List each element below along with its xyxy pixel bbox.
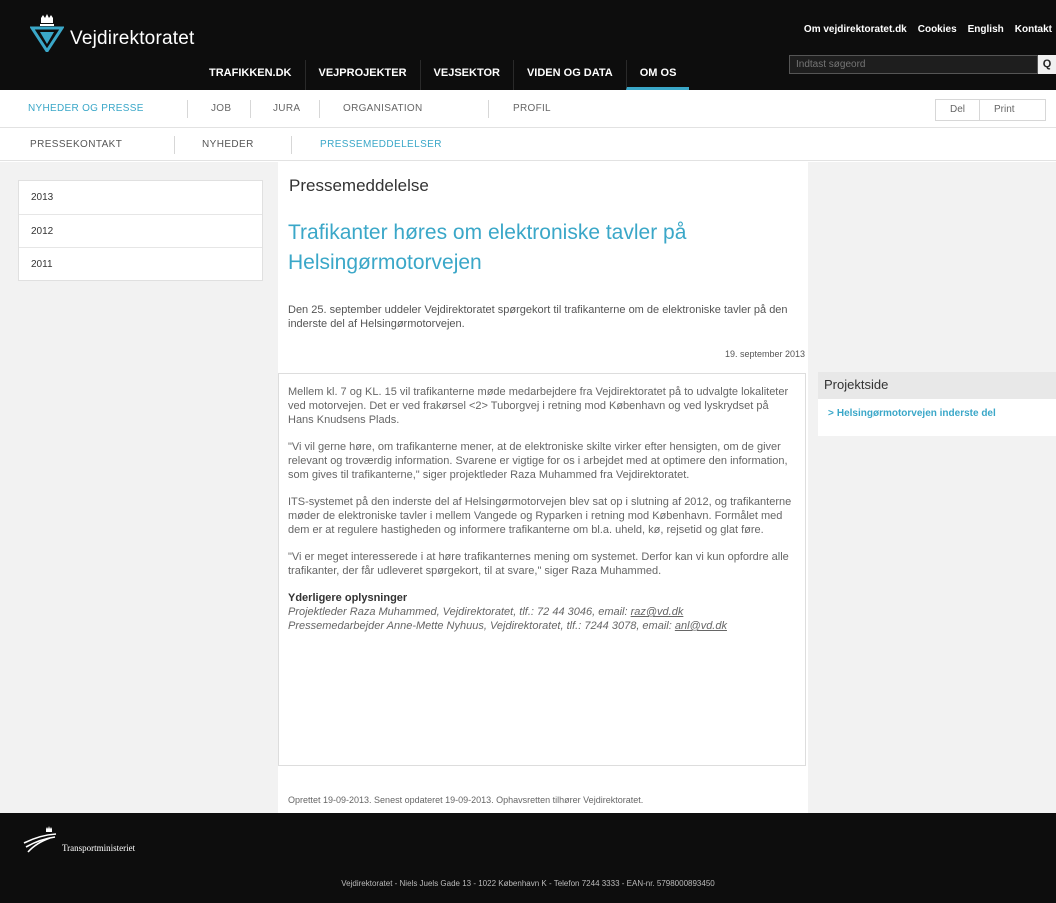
article-date: 19. september 2013 xyxy=(724,349,805,359)
site-header: Vejdirektoratet Om vejdirektoratet.dk Co… xyxy=(0,0,1056,90)
logo-text: Vejdirektoratet xyxy=(70,28,195,49)
email-link-anl[interactable]: anl@vd.dk xyxy=(675,620,727,632)
contact-heading: Yderligere oplysninger xyxy=(288,592,408,604)
subnav-item-profil[interactable]: PROFIL xyxy=(513,103,551,114)
contact-text-1: Projektleder Raza Muhammed, Vejdirektora… xyxy=(288,606,631,618)
link-cookies[interactable]: Cookies xyxy=(918,24,957,35)
subnav-item-nyheder-og-presse[interactable]: NYHEDER OG PRESSE xyxy=(28,103,144,114)
year-item-2012[interactable]: 2012 xyxy=(19,214,262,247)
share-button[interactable]: Del xyxy=(936,100,979,120)
nav-item-om-os[interactable]: OM OS xyxy=(625,60,690,90)
print-button[interactable]: Print xyxy=(979,100,1045,120)
main-navigation: TRAFIKKEN.DK VEJPROJEKTER VEJSEKTOR VIDE… xyxy=(196,60,690,90)
contact-line-1: Projektleder Raza Muhammed, Vejdirektora… xyxy=(288,605,796,619)
nav-item-trafikken[interactable]: TRAFIKKEN.DK xyxy=(196,60,305,90)
link-about-site[interactable]: Om vejdirektoratet.dk xyxy=(804,24,907,35)
subnav-item-job[interactable]: JOB xyxy=(211,103,231,114)
email-link-raz[interactable]: raz@vd.dk xyxy=(631,606,684,618)
subnav-item-organisation[interactable]: ORGANISATION xyxy=(343,103,423,114)
ministry-name: Transportministeriet xyxy=(62,843,136,853)
link-contact[interactable]: Kontakt xyxy=(1015,24,1052,35)
divider xyxy=(174,136,175,154)
article-paragraph: Mellem kl. 7 og KL. 15 vil trafikanterne… xyxy=(288,386,789,426)
article-paragraph: "Vi vil gerne høre, om trafikanterne men… xyxy=(288,441,788,481)
article-paragraph: "Vi er meget interesserede i at høre tra… xyxy=(288,551,789,577)
subnav-item-jura[interactable]: JURA xyxy=(273,103,300,114)
contact-line-2: Pressemedarbejder Anne-Mette Nyhuus, Vej… xyxy=(288,619,796,633)
divider xyxy=(488,100,489,118)
share-print-group: Del Print xyxy=(935,99,1046,121)
crown-triangle-logo-icon xyxy=(30,14,64,52)
transportministeriet-swoosh-icon xyxy=(23,826,57,853)
year-item-2011[interactable]: 2011 xyxy=(19,247,262,280)
divider xyxy=(187,100,188,118)
contact-text-2: Pressemedarbejder Anne-Mette Nyhuus, Vej… xyxy=(288,620,675,632)
utility-links: Om vejdirektoratet.dk Cookies English Ko… xyxy=(804,24,1052,35)
search-input[interactable] xyxy=(789,55,1038,74)
nav-item-viden-og-data[interactable]: VIDEN OG DATA xyxy=(512,60,626,90)
tertnav-item-nyheder[interactable]: NYHEDER xyxy=(202,139,254,150)
year-item-2013[interactable]: 2013 xyxy=(19,181,262,214)
tertnav-item-pressemeddelelser[interactable]: PRESSEMEDDELELSER xyxy=(320,139,442,150)
tertnav-item-pressekontakt[interactable]: PRESSEKONTAKT xyxy=(30,139,122,150)
project-link-label: Helsingørmotorvejen inderste del xyxy=(836,408,996,419)
year-filter-list: 2013 2012 2011 xyxy=(18,180,263,281)
footer-address: Vejdirektoratet - Niels Juels Gade 13 - … xyxy=(341,879,715,888)
article-body: Mellem kl. 7 og KL. 15 vil trafikanterne… xyxy=(288,385,796,633)
page-meta-line: Oprettet 19-09-2013. Senest opdateret 19… xyxy=(288,795,644,805)
project-sidebar-box: Projektside > Helsingørmotorvejen inderst… xyxy=(818,372,1056,436)
search-icon[interactable]: Q xyxy=(1038,55,1056,74)
site-logo[interactable]: Vejdirektoratet xyxy=(30,14,194,52)
divider xyxy=(250,100,251,118)
ministry-logo[interactable]: Transportministeriet xyxy=(22,825,135,855)
site-footer: Transportministeriet Vejdirektoratet - N… xyxy=(0,813,1056,903)
section-label: Pressemeddelelse xyxy=(289,176,429,195)
nav-item-vejprojekter[interactable]: VEJPROJEKTER xyxy=(304,60,420,90)
project-box-heading: Projektside xyxy=(818,372,1056,399)
search-bar: Q xyxy=(789,55,1056,74)
divider xyxy=(319,100,320,118)
article-paragraph: ITS-systemet på den inderste del af Hels… xyxy=(288,496,792,536)
arrow-right-icon: > xyxy=(828,408,834,419)
divider xyxy=(291,136,292,154)
project-link[interactable]: > Helsingørmotorvejen inderste del xyxy=(818,399,1056,419)
secondary-navigation: NYHEDER OG PRESSE JOB JURA ORGANISATION … xyxy=(0,90,1056,128)
tertiary-navigation: PRESSEKONTAKT NYHEDER PRESSEMEDDELELSER xyxy=(0,129,1056,161)
nav-item-vejsektor[interactable]: VEJSEKTOR xyxy=(419,60,513,90)
article-lead: Den 25. september uddeler Vejdirektorate… xyxy=(288,304,788,330)
link-english[interactable]: English xyxy=(968,24,1004,35)
article-title: Trafikanter høres om elektroniske tavler… xyxy=(288,221,687,274)
